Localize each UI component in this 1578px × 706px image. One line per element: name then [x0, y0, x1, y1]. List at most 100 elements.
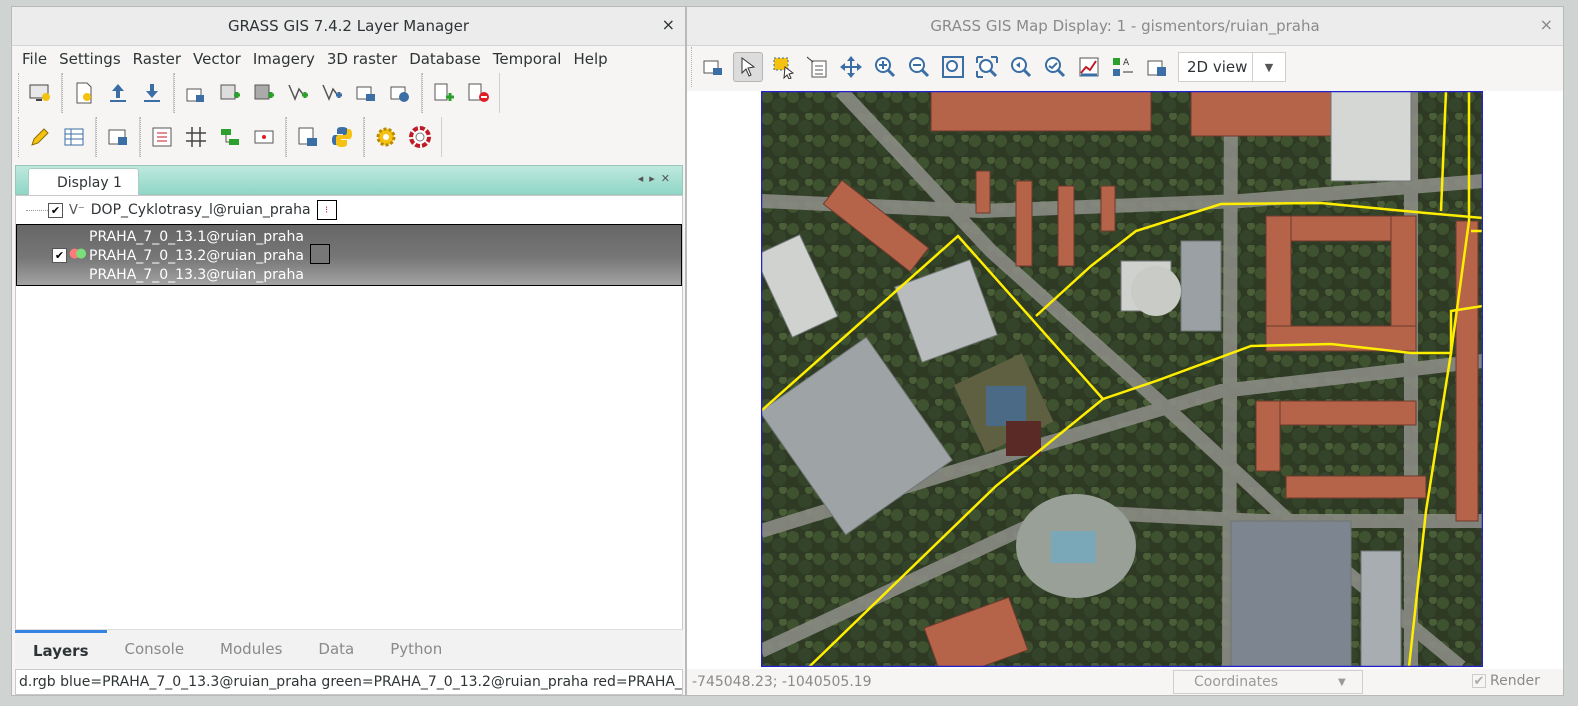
rgb-layer-icon: ●● [69, 246, 87, 261]
add-raster-icon[interactable] [216, 79, 244, 107]
launch-script-icon[interactable] [294, 123, 322, 151]
add-vector-misc-icon[interactable] [318, 79, 346, 107]
attribute-table-icon[interactable] [60, 123, 88, 151]
add-map-layers-icon[interactable] [182, 79, 210, 107]
toolbar-group-display [18, 73, 62, 113]
map-toolbar: A 2D view ▼ [687, 47, 1290, 87]
add-vector-icon[interactable] [284, 79, 312, 107]
add-raster-misc-icon[interactable] [250, 79, 278, 107]
window-title: GRASS GIS 7.4.2 Layer Manager [227, 17, 470, 35]
map-status-bar: -745048.23; -1040505.19 Coordinates ▼ ✔ … [687, 669, 1563, 695]
map-calculator-icon[interactable] [104, 123, 132, 151]
zoom-out-icon[interactable] [905, 53, 933, 81]
layer-symbol-icon [310, 244, 330, 264]
render-checkbox[interactable]: ✔ Render [1472, 673, 1540, 689]
tab-modules[interactable]: Modules [202, 630, 300, 668]
zoom-in-icon[interactable] [871, 53, 899, 81]
tab-console[interactable]: Console [107, 630, 203, 668]
toolbar-group-settings [364, 117, 442, 157]
pointer-icon[interactable] [733, 52, 763, 82]
display-map-icon[interactable] [699, 53, 727, 81]
add-group-icon[interactable] [430, 79, 458, 107]
view-mode-select[interactable]: 2D view ▼ [1178, 52, 1286, 82]
save-display-icon[interactable] [1143, 53, 1171, 81]
zoom-region-icon[interactable] [973, 53, 1001, 81]
new-workspace-icon[interactable] [70, 79, 98, 107]
menu-temporal[interactable]: Temporal [487, 50, 568, 68]
menu-raster[interactable]: Raster [127, 50, 187, 68]
bottom-tab-bar: Layers Console Modules Data Python [15, 629, 683, 668]
status-mode-select[interactable]: Coordinates ▼ [1173, 670, 1363, 694]
add-overlay-icon[interactable] [352, 79, 380, 107]
menu-vector[interactable]: Vector [187, 50, 247, 68]
orthophoto-map[interactable] [761, 91, 1483, 667]
help-lifebuoy-icon[interactable] [406, 123, 434, 151]
save-workspace-icon[interactable] [138, 79, 166, 107]
toolbar-group-workspace [62, 73, 174, 113]
tab-navigation-icons[interactable]: ◂▸✕ [638, 172, 676, 185]
menu-imagery[interactable]: Imagery [247, 50, 321, 68]
svg-text:A: A [1123, 58, 1130, 68]
grid-icon[interactable] [182, 123, 210, 151]
pan-icon[interactable] [837, 53, 865, 81]
zoom-menu-icon[interactable] [1041, 53, 1069, 81]
render-label: Render [1490, 673, 1540, 689]
settings-gear-icon[interactable] [372, 123, 400, 151]
status-bar: d.rgb blue=PRAHA_7_0_13.3@ruian_praha gr… [15, 669, 683, 695]
layer-name-red: PRAHA_7_0_13.1@ruian_praha [89, 229, 304, 245]
load-workspace-icon[interactable] [104, 79, 132, 107]
display-tab-bar: Display 1 ◂▸✕ [15, 165, 683, 196]
menu-file[interactable]: File [16, 50, 53, 68]
status-text: d.rgb blue=PRAHA_7_0_13.3@ruian_praha gr… [19, 674, 682, 690]
layer-tree: ✔ V⁻ DOP_Cyklotrasy_l@ruian_praha ⁝ ✔ ●●… [15, 195, 683, 633]
layer-manager-titlebar[interactable]: GRASS GIS 7.4.2 Layer Manager × [12, 7, 685, 46]
window-title: GRASS GIS Map Display: 1 - gismentors/ru… [930, 17, 1320, 35]
menu-database[interactable]: Database [403, 50, 487, 68]
python-icon[interactable] [328, 123, 356, 151]
edit-vector-icon[interactable] [26, 123, 54, 151]
zoom-extent-icon[interactable] [939, 53, 967, 81]
zoom-back-icon[interactable] [1007, 53, 1035, 81]
layer-name-green: PRAHA_7_0_13.2@ruian_praha [89, 248, 304, 264]
add-web-service-icon[interactable] [386, 79, 414, 107]
query-icon[interactable] [803, 53, 831, 81]
close-icon[interactable]: × [662, 15, 675, 34]
tab-data[interactable]: Data [300, 630, 372, 668]
select-icon[interactable] [769, 53, 797, 81]
toolbar-group-group [422, 73, 500, 113]
layer-symbol-icon: ⁝ [316, 200, 337, 220]
tab-display-1[interactable]: Display 1 [28, 168, 139, 196]
graphical-modeler-icon[interactable] [216, 123, 244, 151]
tab-layers[interactable]: Layers [15, 630, 107, 668]
toolbar-group-raster [96, 117, 140, 157]
cartographic-composer-icon[interactable] [250, 123, 278, 151]
map-canvas[interactable] [687, 91, 1563, 669]
map-display-window: GRASS GIS Map Display: 1 - gismentors/ru… [686, 6, 1564, 696]
menu-settings[interactable]: Settings [53, 50, 127, 68]
layer-checkbox[interactable]: ✔ [52, 248, 67, 263]
tab-python[interactable]: Python [372, 630, 460, 668]
layer-manager-window: GRASS GIS 7.4.2 Layer Manager × File Set… [11, 6, 686, 696]
map-toolbar-group: A 2D view ▼ [691, 47, 1290, 87]
analyze-icon[interactable] [1075, 53, 1103, 81]
remove-layer-icon[interactable] [464, 79, 492, 107]
coordinates-readout: -745048.23; -1040505.19 [692, 674, 872, 690]
menu-3d-raster[interactable]: 3D raster [321, 50, 403, 68]
layer-checkbox[interactable]: ✔ [48, 202, 63, 218]
map-display-titlebar[interactable]: GRASS GIS Map Display: 1 - gismentors/ru… [687, 7, 1563, 46]
map-decorations-icon[interactable]: A [1109, 53, 1137, 81]
close-icon[interactable]: × [1540, 15, 1553, 34]
menu-help[interactable]: Help [567, 50, 613, 68]
layer-name-blue: PRAHA_7_0_13.3@ruian_praha [89, 267, 304, 283]
toolbar-group-edit [18, 117, 96, 157]
new-display-icon[interactable] [26, 79, 54, 107]
raster-calculator-icon[interactable] [148, 123, 176, 151]
status-mode-value: Coordinates [1194, 674, 1279, 690]
toolbar-group-script [286, 117, 364, 157]
layer-row-vector[interactable]: ✔ V⁻ DOP_Cyklotrasy_l@ruian_praha ⁝ [16, 198, 682, 222]
layer-row-rgb[interactable]: ✔ ●● PRAHA_7_0_13.1@ruian_praha PRAHA_7_… [16, 224, 682, 286]
view-mode-value: 2D view [1187, 58, 1248, 76]
toolbar-row-2 [12, 117, 442, 157]
vector-layer-icon: V⁻ [69, 202, 85, 218]
toolbar-group-layers [174, 73, 422, 113]
